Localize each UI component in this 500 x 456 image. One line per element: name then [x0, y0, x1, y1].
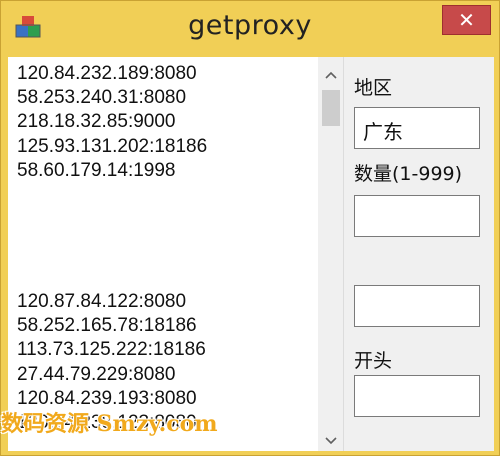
prefix-label: 开头	[354, 350, 393, 372]
list-item[interactable]: 58.253.240.31:8080	[17, 88, 186, 108]
vertical-scrollbar[interactable]	[318, 57, 343, 451]
watermark-logo: 数码资源 Smzy.com	[1, 411, 218, 437]
close-button[interactable]: ✕	[442, 5, 491, 35]
chevron-up-icon	[325, 64, 337, 83]
app-window: getproxy ✕ 120.84.232.189:8080 58.253.24…	[0, 0, 500, 456]
close-icon: ✕	[458, 8, 475, 32]
quantity-input[interactable]	[354, 195, 480, 237]
list-item[interactable]: 27.44.79.229:8080	[17, 365, 176, 385]
quantity-label: 数量(1-999)	[354, 163, 463, 185]
proxy-listbox[interactable]: 120.84.232.189:8080 58.253.240.31:8080 2…	[8, 57, 344, 451]
list-item[interactable]: 218.18.32.85:9000	[17, 112, 176, 132]
chevron-down-icon	[325, 430, 337, 449]
scroll-up-button[interactable]	[318, 61, 343, 85]
list-item[interactable]: 113.73.125.222:18186	[17, 340, 206, 360]
list-item[interactable]: 125.93.131.202:18186	[17, 137, 207, 157]
prefix-input[interactable]	[354, 375, 480, 417]
title-bar[interactable]: getproxy ✕	[1, 1, 499, 53]
list-item[interactable]: 58.60.179.14:1998	[17, 161, 176, 181]
scroll-down-button[interactable]	[318, 427, 343, 451]
third-input[interactable]	[354, 285, 480, 327]
client-area: 120.84.232.189:8080 58.253.240.31:8080 2…	[8, 57, 494, 451]
region-input[interactable]: 广东	[354, 107, 480, 149]
list-item[interactable]: 120.87.84.122:8080	[17, 292, 186, 312]
region-label: 地区	[354, 77, 393, 99]
window-title: getproxy	[188, 10, 312, 41]
scroll-thumb[interactable]	[322, 90, 340, 126]
list-item[interactable]: 58.252.165.78:18186	[17, 316, 197, 336]
list-item[interactable]: 120.84.232.189:8080	[17, 64, 197, 84]
